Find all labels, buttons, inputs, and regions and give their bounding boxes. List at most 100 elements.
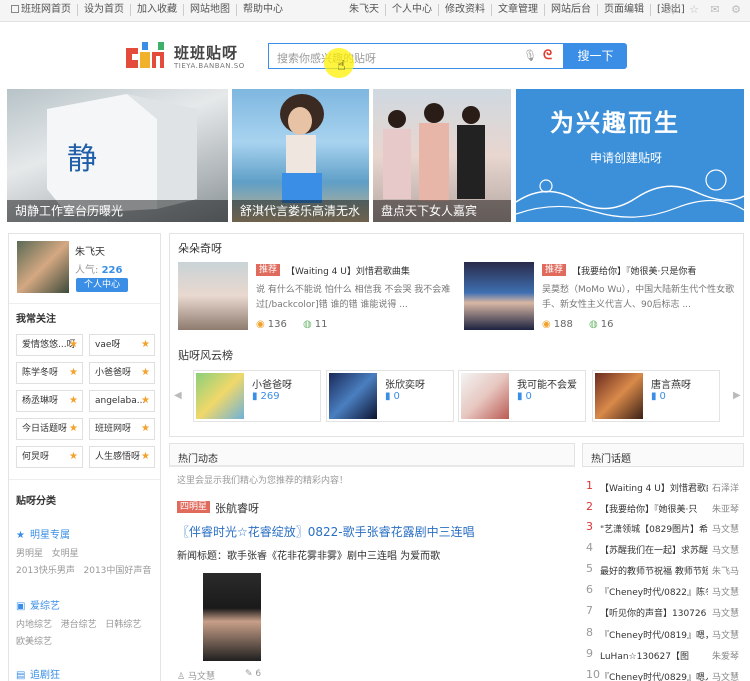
ranking-title: 贴呀风云榜: [178, 349, 233, 362]
ranking-image: [595, 373, 643, 419]
duoduo-title: 朵朵奇呀: [178, 242, 222, 255]
toplink-set-home[interactable]: 设为首页: [78, 4, 131, 16]
ranking-card[interactable]: 我可能不会爱 ▮ 0: [458, 370, 586, 422]
follow-item[interactable]: 陈学冬呀 ★: [16, 362, 83, 384]
toplink-user-center[interactable]: 个人中心: [386, 4, 439, 16]
feature-1-image[interactable]: [178, 262, 248, 330]
toplink-articles[interactable]: 文章管理: [492, 4, 545, 16]
user-panel: 朱飞天 人气: 226 个人中心 我常关注 爱情悠悠...呀 ★ vae呀 ★ 陈学…: [8, 233, 161, 681]
feature-2-image[interactable]: [464, 262, 534, 330]
feature-1-views: ◉ 136: [256, 319, 287, 330]
banner-3[interactable]: 盘点天下女人嘉宾: [373, 89, 511, 222]
category-sub: 2013快乐男声 2013中国好声音: [16, 566, 152, 576]
dynamics-post-link[interactable]: 〖伴睿时光☆花睿绽放〗0822-歌手张睿花露剧中三连唱: [177, 523, 475, 540]
scroll-right-icon[interactable]: ▶: [733, 390, 741, 401]
ranking-card[interactable]: 唐言燕呀 ▮ 0: [592, 370, 720, 422]
dynamics-post-image[interactable]: [203, 573, 261, 661]
topic-row[interactable]: 5 最好的教师节祝福 教师节短 朱飞马: [584, 562, 744, 578]
star-icon: ★: [141, 367, 150, 378]
microphone-icon[interactable]: 🎙: [523, 49, 537, 62]
category-variety[interactable]: ▣ 爱综艺: [16, 597, 60, 612]
topic-row[interactable]: 1 【Waiting 4 U】刘惜君歌曲 石泽洋: [584, 479, 744, 495]
topic-row[interactable]: 2 【我要给你】『她很美·只 朱亚琴: [584, 500, 744, 516]
category-stars[interactable]: ★ 明星专属: [16, 526, 70, 541]
follow-item[interactable]: 爱情悠悠...呀 ★: [16, 334, 83, 356]
recommend-badge: 推荐: [542, 264, 567, 276]
follow-item[interactable]: 班班网呀 ★: [89, 418, 155, 440]
toplink-username[interactable]: 朱飞天: [343, 4, 386, 16]
site-logo[interactable]: 班班贴呀 TIEYA.BANBAN.SO: [124, 38, 246, 74]
category-drama[interactable]: ▤ 追剧狂: [16, 666, 60, 681]
dynamics-comments[interactable]: ✎ 6: [245, 669, 261, 679]
topic-row[interactable]: 3 "艺潇领城【0829图片】希 马文慧: [584, 520, 744, 536]
topic-row[interactable]: 9 LuHan☆130627【图 朱爱琴: [584, 647, 744, 663]
star-icon: ★: [141, 339, 150, 350]
follow-item[interactable]: 杨丞琳呀 ★: [16, 390, 83, 412]
topic-row[interactable]: 10 『Cheney时代/0829』嗯人 马文慧: [584, 668, 744, 681]
top-right-links: 朱飞天 个人中心 修改资料 文章管理 网站后台 页面编辑 [退出]: [343, 4, 691, 16]
avatar[interactable]: [17, 241, 69, 293]
search-input[interactable]: 搜索你感兴趣的贴呀 🎙 ᘓ: [268, 43, 564, 69]
topic-row[interactable]: 6 『Cheney时代/0822』陈冬 马文慧: [584, 583, 744, 599]
follow-item[interactable]: 何炅呀 ★: [16, 446, 83, 468]
ranking-image: [329, 373, 377, 419]
banner-slogan: 为兴趣而生: [550, 109, 680, 137]
follow-item[interactable]: 今日话题呀 ★: [16, 418, 83, 440]
toplink-sitemap[interactable]: 网站地图: [184, 4, 237, 16]
toplink-home[interactable]: 班班网首页: [5, 4, 78, 16]
hand-cursor-icon: ☝: [337, 58, 346, 74]
feature-2-desc: 吴莫愁（MoMo Wu），中国大陆新生代个性女歌手、新女性主义代言人、90后标志…: [542, 285, 735, 310]
dynamics-author[interactable]: ♙ 马文慧: [177, 669, 215, 681]
toplink-admin[interactable]: 网站后台: [545, 4, 598, 16]
camera-search-icon[interactable]: ᘓ: [543, 48, 552, 63]
ranking-name: 我可能不会爱: [517, 380, 577, 391]
star-icon[interactable]: ☆: [688, 4, 700, 16]
follow-item[interactable]: 小爸爸呀 ★: [89, 362, 155, 384]
user-icon: ◉: [256, 319, 265, 330]
feature-2-views: ◉ 188: [542, 319, 573, 330]
ranking-count: ▮ 0: [651, 391, 666, 402]
dynamics-tieya-name[interactable]: 张航睿呀: [215, 500, 259, 516]
banner-1[interactable]: 静 胡静工作室台历曝光: [7, 89, 228, 222]
user-center-button[interactable]: 个人中心: [76, 278, 128, 292]
home-icon: [11, 5, 19, 13]
settings-icon[interactable]: ⚙: [730, 4, 742, 16]
toplink-page-edit[interactable]: 页面编辑: [598, 4, 651, 16]
category-sub: 欧美综艺: [16, 637, 53, 647]
feature-2-title[interactable]: 【我要给你】『她很美·只是你看: [572, 264, 696, 277]
search-button[interactable]: 搜一下: [564, 43, 627, 69]
follow-item[interactable]: 人生感悟呀 ★: [89, 446, 155, 468]
pin-icon[interactable]: ⚲: [667, 4, 679, 16]
toplink-help[interactable]: 帮助中心: [237, 4, 289, 16]
feature-1-title[interactable]: 【Waiting 4 U】刘惜君歌曲集: [286, 264, 410, 277]
star-icon: ★: [141, 395, 150, 406]
dynamics-tip: 这里会显示我们精心为您推荐的精彩内容！: [177, 476, 349, 486]
banner-2[interactable]: 舒淇代言娄乐高清无水: [232, 89, 369, 222]
follow-item[interactable]: vae呀 ★: [89, 334, 155, 356]
toplink-edit-profile[interactable]: 修改资料: [439, 4, 492, 16]
topics-header: 热门话题: [582, 443, 744, 467]
mail-icon[interactable]: ✉: [709, 4, 721, 16]
toplink-favorite[interactable]: 加入收藏: [131, 4, 184, 16]
user-icon: ◉: [542, 319, 551, 330]
scroll-left-icon[interactable]: ◀: [174, 390, 182, 401]
star-icon: ★: [69, 339, 78, 350]
ranking-card[interactable]: 张欣奕呀 ▮ 0: [326, 370, 454, 422]
ranking-card[interactable]: 小爸爸呀 ▮ 269: [193, 370, 321, 422]
ranking-name: 张欣奕呀: [385, 380, 425, 391]
banner-create-tieya[interactable]: 为兴趣而生 申请创建贴呀: [516, 89, 744, 222]
category-sub: 内地综艺 港台综艺 日韩综艺: [16, 620, 142, 630]
star-icon: ★: [69, 423, 78, 434]
user-name[interactable]: 朱飞天: [75, 243, 105, 258]
ranking-image: [461, 373, 509, 419]
top-left-links: 班班网首页 设为首页 加入收藏 网站地图 帮助中心: [5, 4, 289, 16]
topic-row[interactable]: 4 【苏醒我们在一起】求苏醒 马文慧: [584, 541, 744, 557]
divider: [9, 303, 160, 304]
bookmark-icon: ▮: [252, 391, 258, 402]
topic-row[interactable]: 7 【听见你的声音】130726 马文慧: [584, 604, 744, 620]
star-icon: ★: [69, 395, 78, 406]
dynamics-header: 热门动态: [169, 443, 575, 467]
topic-row[interactable]: 8 『Cheney时代/0819』嗯， 马文慧: [584, 626, 744, 642]
follow-item[interactable]: angelaba... ★: [89, 390, 155, 412]
recommend-badge: 推荐: [256, 264, 281, 276]
